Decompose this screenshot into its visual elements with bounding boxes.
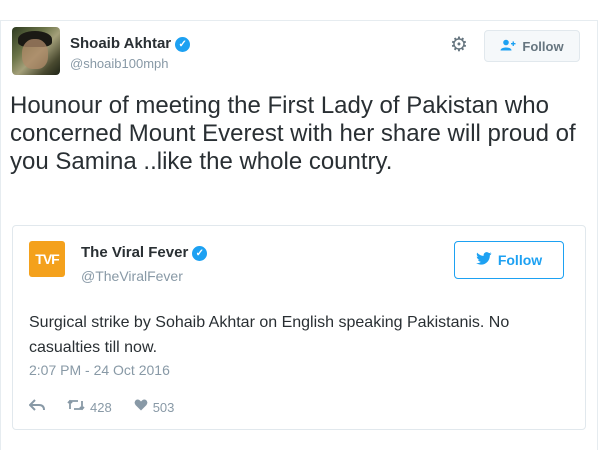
like-button[interactable]: 503	[134, 398, 175, 416]
author-name-text: Shoaib Akhtar	[70, 35, 172, 52]
author-name[interactable]: Shoaib Akhtar ✓	[70, 35, 191, 52]
person-add-icon	[500, 39, 516, 54]
follow-button[interactable]: Follow	[484, 30, 580, 62]
gear-icon[interactable]: ⚙	[450, 34, 468, 56]
retweet-icon	[67, 398, 85, 416]
tvf-logo-text: TVF	[35, 251, 59, 267]
retweet-count: 428	[90, 399, 112, 415]
tweet-actions: 428 503	[28, 398, 196, 416]
quoted-author-name[interactable]: The Viral Fever ✓	[81, 244, 208, 261]
heart-svg	[134, 399, 148, 411]
twitter-bird-icon	[475, 252, 492, 268]
quoted-author-name-text: The Viral Fever	[81, 244, 189, 261]
quoted-follow-label: Follow	[497, 252, 543, 268]
retweet-button[interactable]: 428	[67, 398, 112, 416]
retweet-svg	[67, 399, 85, 411]
reply-button[interactable]	[28, 398, 45, 416]
quoted-tweet-text: Surgical strike by Sohaib Akhtar on Engl…	[29, 314, 510, 356]
tvf-logo[interactable]: TVF	[29, 241, 65, 277]
twitter-bird-svg	[475, 252, 492, 265]
quoted-follow-button[interactable]: Follow	[454, 241, 564, 279]
quoted-tweet[interactable]: TVF The Viral Fever ✓ @TheViralFever Foll…	[12, 225, 586, 430]
person-add-svg	[500, 39, 516, 50]
reply-svg	[28, 399, 45, 411]
follow-label: Follow	[522, 38, 564, 54]
timestamp[interactable]: 2:07 PM - 24 Oct 2016	[29, 362, 170, 378]
like-count: 503	[152, 399, 175, 415]
avatar-face	[22, 39, 48, 69]
avatar[interactable]	[12, 27, 60, 75]
author-handle[interactable]: @shoaib100mph	[70, 56, 168, 71]
verified-badge-icon: ✓	[175, 37, 191, 52]
heart-icon	[134, 398, 148, 416]
reply-icon	[28, 398, 45, 416]
quoted-author-handle[interactable]: @TheViralFever	[81, 268, 183, 284]
tweet-text: Hounour of meeting the First Lady of Pak…	[10, 92, 576, 175]
verified-badge-icon: ✓	[192, 246, 208, 261]
